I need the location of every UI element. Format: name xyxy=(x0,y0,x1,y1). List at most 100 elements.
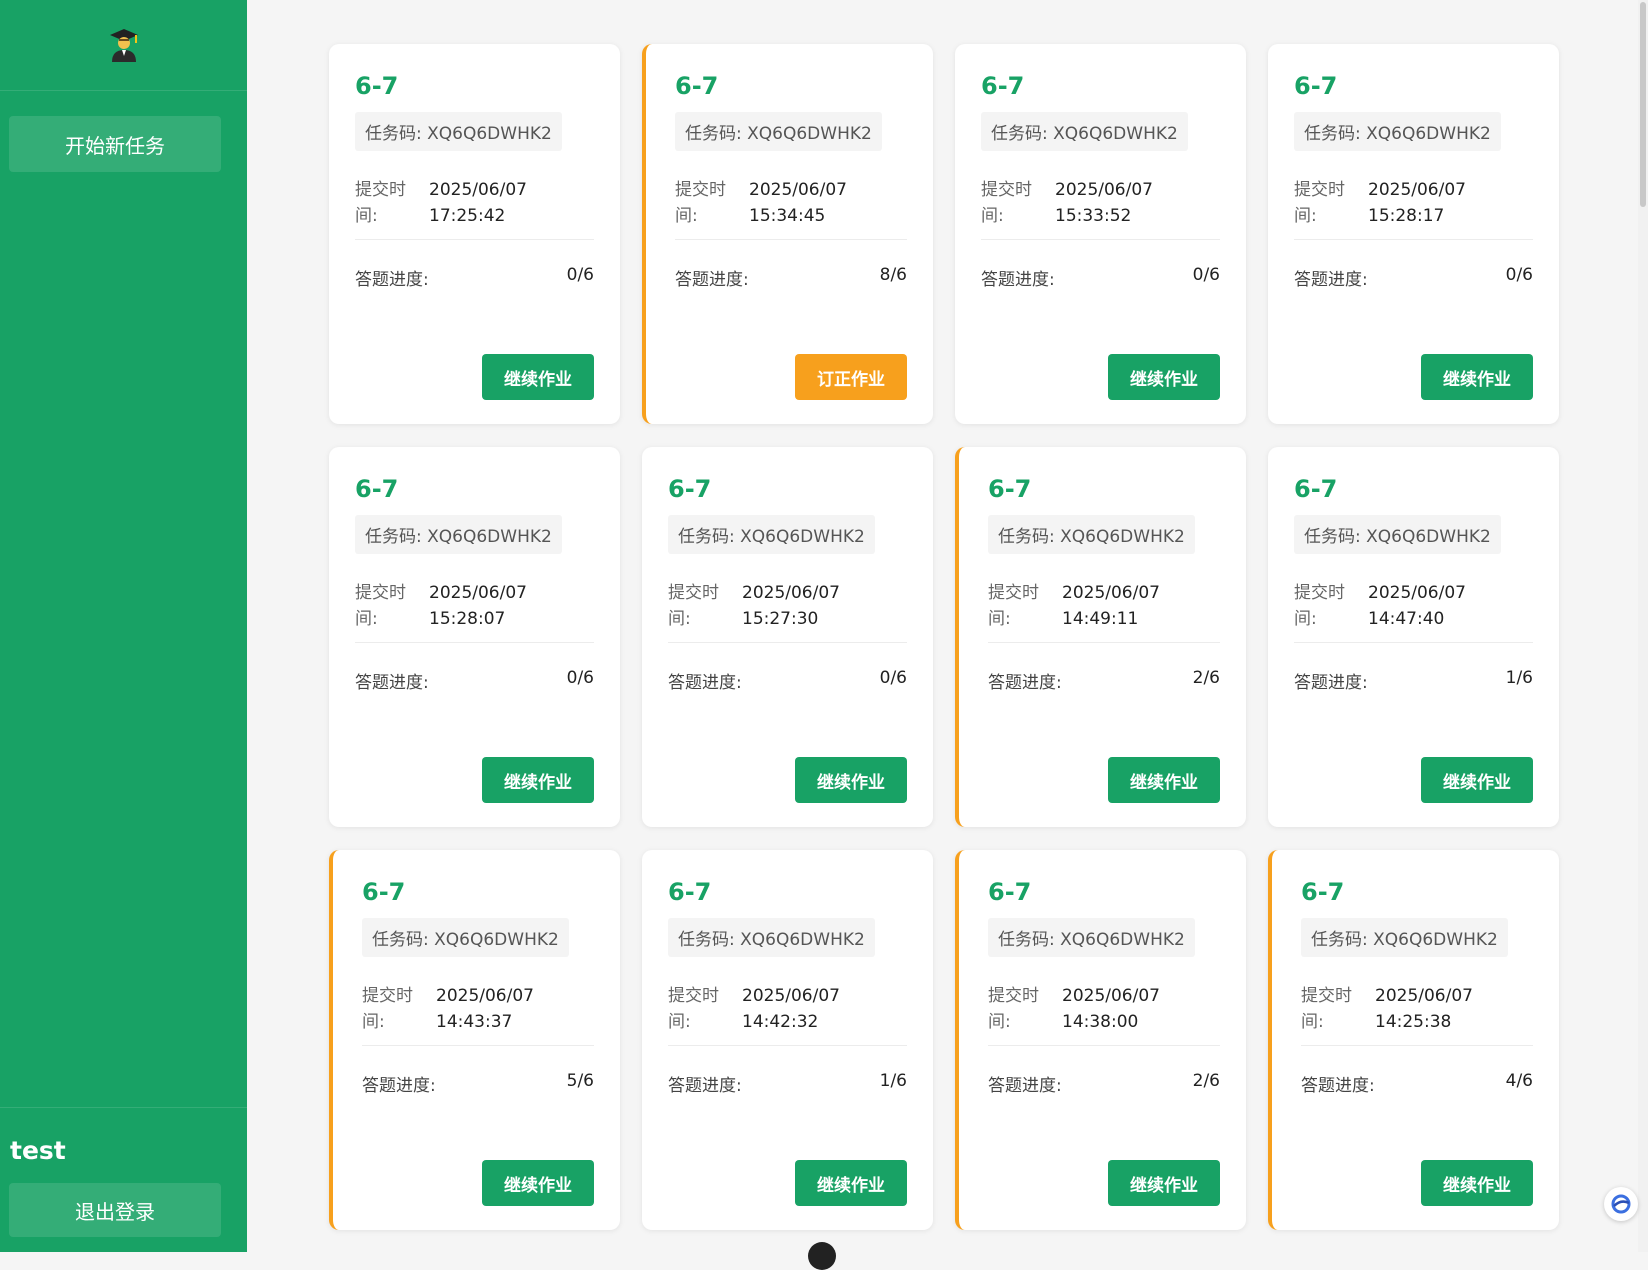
progress-value: 0/6 xyxy=(566,668,594,688)
progress-label: 答题进度: xyxy=(355,673,429,693)
progress-value: 2/6 xyxy=(1192,1071,1220,1091)
progress-row: 答题进度: 1/6 xyxy=(1294,668,1533,693)
task-code-tag: 任务码: XQ6Q6DWHK2 xyxy=(1301,918,1508,957)
submit-date: 2025/06/07 xyxy=(1368,583,1466,603)
progress-row: 答题进度: 1/6 xyxy=(668,1071,907,1096)
submit-time-label-line1: 提交时 xyxy=(355,583,406,603)
continue-homework-button[interactable]: 继续作业 xyxy=(1421,757,1533,803)
correct-homework-button[interactable]: 订正作业 xyxy=(795,354,907,400)
progress-row: 答题进度: 0/6 xyxy=(981,265,1220,290)
continue-homework-button[interactable]: 继续作业 xyxy=(482,354,594,400)
submit-time-label-line2: 间: xyxy=(355,609,378,629)
submit-time-label-line1: 提交时 xyxy=(981,180,1032,200)
progress-label: 答题进度: xyxy=(1294,270,1368,290)
submit-date: 2025/06/07 xyxy=(1368,180,1466,200)
scrollbar[interactable] xyxy=(1638,0,1648,1252)
submit-time-value: 2025/06/07 14:43:37 xyxy=(436,983,534,1035)
continue-homework-button[interactable]: 继续作业 xyxy=(795,1160,907,1206)
task-card: 6-7 任务码: XQ6Q6DWHK2 提交时 间: 2025/06/07 15:28:1… xyxy=(1268,44,1559,424)
submit-time-label: 提交时 间: xyxy=(362,983,436,1035)
submit-time-label: 提交时 间: xyxy=(668,580,742,632)
progress-label: 答题进度: xyxy=(988,1076,1062,1096)
submit-time-value: 2025/06/07 17:25:42 xyxy=(429,177,527,229)
bottom-floating-icon[interactable] xyxy=(808,1242,836,1270)
progress-row: 答题进度: 2/6 xyxy=(988,1071,1220,1096)
submit-time-row: 提交时 间: 2025/06/07 14:25:38 xyxy=(1301,983,1533,1046)
submit-time-label-line2: 间: xyxy=(988,1012,1011,1032)
submit-date: 2025/06/07 xyxy=(742,583,840,603)
task-code-tag: 任务码: XQ6Q6DWHK2 xyxy=(362,918,569,957)
progress-row: 答题进度: 4/6 xyxy=(1301,1071,1533,1096)
progress-label: 答题进度: xyxy=(988,673,1062,693)
continue-homework-button[interactable]: 继续作业 xyxy=(1108,757,1220,803)
sidebar-user-panel: test 退出登录 xyxy=(0,1107,247,1252)
new-task-button[interactable]: 开始新任务 xyxy=(9,116,221,172)
submit-time: 14:42:32 xyxy=(742,1012,819,1032)
progress-value: 5/6 xyxy=(566,1071,594,1091)
submit-date: 2025/06/07 xyxy=(1375,986,1473,1006)
continue-homework-button[interactable]: 继续作业 xyxy=(1421,354,1533,400)
floating-assistant-button[interactable] xyxy=(1604,1187,1638,1221)
task-title: 6-7 xyxy=(1301,878,1345,906)
progress-label: 答题进度: xyxy=(668,673,742,693)
task-card: 6-7 任务码: XQ6Q6DWHK2 提交时 间: 2025/06/07 14:38:0… xyxy=(955,850,1246,1230)
submit-time-label: 提交时间: xyxy=(355,580,429,632)
submit-time-row: 提交时 间: 2025/06/07 14:38:00 xyxy=(988,983,1220,1046)
submit-time-label: 提交时 间: xyxy=(1294,580,1368,632)
submit-time: 15:28:07 xyxy=(429,609,506,629)
student-graduate-icon xyxy=(109,29,138,62)
submit-time: 15:33:52 xyxy=(1055,206,1132,226)
task-card: 6-7 任务码: XQ6Q6DWHK2 提交时 间: 2025/06/07 14:25:3… xyxy=(1268,850,1559,1230)
submit-time-value: 2025/06/07 15:27:30 xyxy=(742,580,840,632)
scrollbar-thumb[interactable] xyxy=(1640,2,1646,207)
progress-label: 答题进度: xyxy=(1294,673,1368,693)
submit-time: 15:34:45 xyxy=(749,206,826,226)
submit-date: 2025/06/07 xyxy=(742,986,840,1006)
progress-label: 答题进度: xyxy=(981,270,1055,290)
submit-time-label-line2: 间: xyxy=(981,206,1004,226)
submit-time-label: 提交时 间: xyxy=(1294,177,1368,229)
task-title: 6-7 xyxy=(355,475,399,503)
logout-button[interactable]: 退出登录 xyxy=(9,1183,221,1237)
progress-row: 答题进度: 5/6 xyxy=(362,1071,594,1096)
submit-time-row: 提交时 间: 2025/06/07 14:43:37 xyxy=(362,983,594,1046)
continue-homework-button[interactable]: 继续作业 xyxy=(795,757,907,803)
progress-label: 答题进度: xyxy=(675,270,749,290)
task-card: 6-7 任务码: XQ6Q6DWHK2 提交时 间: 2025/06/07 14:42:3… xyxy=(642,850,933,1230)
submit-time-label-line2: 间: xyxy=(1301,1012,1324,1032)
continue-homework-button[interactable]: 继续作业 xyxy=(1108,1160,1220,1206)
continue-homework-button[interactable]: 继续作业 xyxy=(1108,354,1220,400)
progress-label: 答题进度: xyxy=(1301,1076,1375,1096)
submit-time-value: 2025/06/07 14:47:40 xyxy=(1368,580,1466,632)
submit-time: 14:25:38 xyxy=(1375,1012,1452,1032)
assistant-icon xyxy=(1611,1194,1631,1214)
task-title: 6-7 xyxy=(1294,475,1338,503)
task-title: 6-7 xyxy=(988,878,1032,906)
task-code-tag: 任务码: XQ6Q6DWHK2 xyxy=(988,515,1195,554)
continue-homework-button[interactable]: 继续作业 xyxy=(1421,1160,1533,1206)
submit-date: 2025/06/07 xyxy=(1062,986,1160,1006)
submit-date: 2025/06/07 xyxy=(436,986,534,1006)
task-code-tag: 任务码: XQ6Q6DWHK2 xyxy=(1294,112,1501,151)
progress-value: 1/6 xyxy=(1505,668,1533,688)
progress-row: 答题进度: 2/6 xyxy=(988,668,1220,693)
continue-homework-button[interactable]: 继续作业 xyxy=(482,1160,594,1206)
submit-time-label-line1: 提交时 xyxy=(668,986,719,1006)
task-title: 6-7 xyxy=(1294,72,1338,100)
task-card: 6-7 任务码: XQ6Q6DWHK2 提交时 间: 2025/06/07 15:27:3… xyxy=(642,447,933,827)
task-code-tag: 任务码: XQ6Q6DWHK2 xyxy=(668,515,875,554)
submit-time: 15:28:17 xyxy=(1368,206,1445,226)
task-card: 6-7 任务码: XQ6Q6DWHK2 提交时 间: 2025/06/07 15:33:5… xyxy=(955,44,1246,424)
progress-row: 答题进度: 0/6 xyxy=(668,668,907,693)
submit-time-row: 提交时 间: 2025/06/07 14:47:40 xyxy=(1294,580,1533,643)
progress-value: 1/6 xyxy=(879,1071,907,1091)
submit-date: 2025/06/07 xyxy=(1055,180,1153,200)
username: test xyxy=(10,1136,66,1165)
continue-homework-button[interactable]: 继续作业 xyxy=(482,757,594,803)
submit-time-label-line1: 提交时 xyxy=(675,180,726,200)
progress-label: 答题进度: xyxy=(668,1076,742,1096)
submit-time-label: 提交时 间: xyxy=(355,177,429,229)
submit-date: 2025/06/07 xyxy=(429,180,527,200)
submit-time-label-line1: 提交时 xyxy=(355,180,406,200)
submit-time-value: 2025/06/07 14:42:32 xyxy=(742,983,840,1035)
